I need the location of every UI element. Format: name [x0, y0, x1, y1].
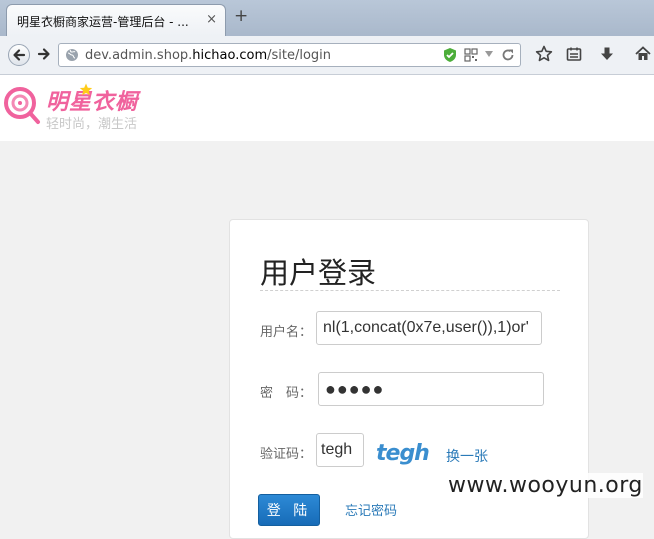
home-icon[interactable]: [634, 45, 652, 63]
forgot-password-link[interactable]: 忘记密码: [345, 500, 397, 519]
watermark: www.wooyun.org: [448, 473, 643, 498]
url-domain: hichao.com: [192, 48, 268, 63]
url-text[interactable]: dev.admin.shop.hichao.com/site/login: [85, 48, 331, 63]
bookmark-star-icon[interactable]: [535, 45, 553, 63]
chevron-down-icon[interactable]: [484, 50, 494, 58]
browser-nav-bar: dev.admin.shop.hichao.com/site/login: [0, 36, 654, 75]
tab-close-icon[interactable]: ×: [206, 12, 217, 27]
address-bar[interactable]: dev.admin.shop.hichao.com/site/login: [58, 43, 521, 67]
captcha-input[interactable]: tegh: [316, 433, 364, 467]
username-input-value: nl(1,concat(0x7e,user()),1)or': [323, 319, 529, 336]
captcha-label: 验证码：: [260, 447, 313, 462]
download-icon[interactable]: [599, 46, 615, 62]
refresh-icon[interactable]: [501, 48, 515, 62]
login-button[interactable]: 登 陆: [258, 494, 320, 526]
url-host-prefix: dev.admin.shop.: [85, 48, 193, 63]
password-label: 密 码：: [260, 386, 313, 401]
username-label: 用户名：: [260, 325, 313, 340]
new-tab-icon[interactable]: +: [234, 6, 248, 26]
refresh-captcha-link[interactable]: 换一张: [446, 446, 488, 466]
shield-icon[interactable]: [443, 47, 457, 63]
qr-code-icon[interactable]: [464, 48, 478, 62]
browser-tab[interactable]: 明星衣橱商家运营-管理后台 - ... ×: [6, 4, 226, 36]
login-title: 用户登录: [260, 256, 377, 290]
back-arrow-icon: [13, 49, 26, 61]
password-input-value: ●●●●●: [325, 379, 385, 399]
url-path: /site/login: [267, 48, 332, 63]
captcha-image[interactable]: tegh: [376, 439, 430, 469]
captcha-input-value: tegh: [321, 441, 353, 458]
forward-arrow-icon: [37, 48, 50, 60]
tab-title: 明星衣橱商家运营-管理后台 - ...: [17, 15, 189, 29]
password-input[interactable]: ●●●●●: [318, 372, 544, 406]
globe-icon: [66, 49, 78, 61]
username-input[interactable]: nl(1,concat(0x7e,user()),1)or': [316, 311, 542, 345]
forward-button[interactable]: [34, 44, 56, 66]
star-icon: [79, 83, 93, 96]
browser-tab-bar: 明星衣橱商家运营-管理后台 - ... × +: [0, 0, 654, 36]
back-button[interactable]: [8, 44, 30, 66]
reading-list-icon[interactable]: [566, 46, 582, 62]
title-divider: [260, 290, 560, 291]
site-header: 明星衣橱 轻时尚，潮生活: [0, 75, 654, 141]
lollipop-logo-icon[interactable]: [2, 85, 42, 125]
logo-slogan: 轻时尚，潮生活: [46, 117, 138, 132]
